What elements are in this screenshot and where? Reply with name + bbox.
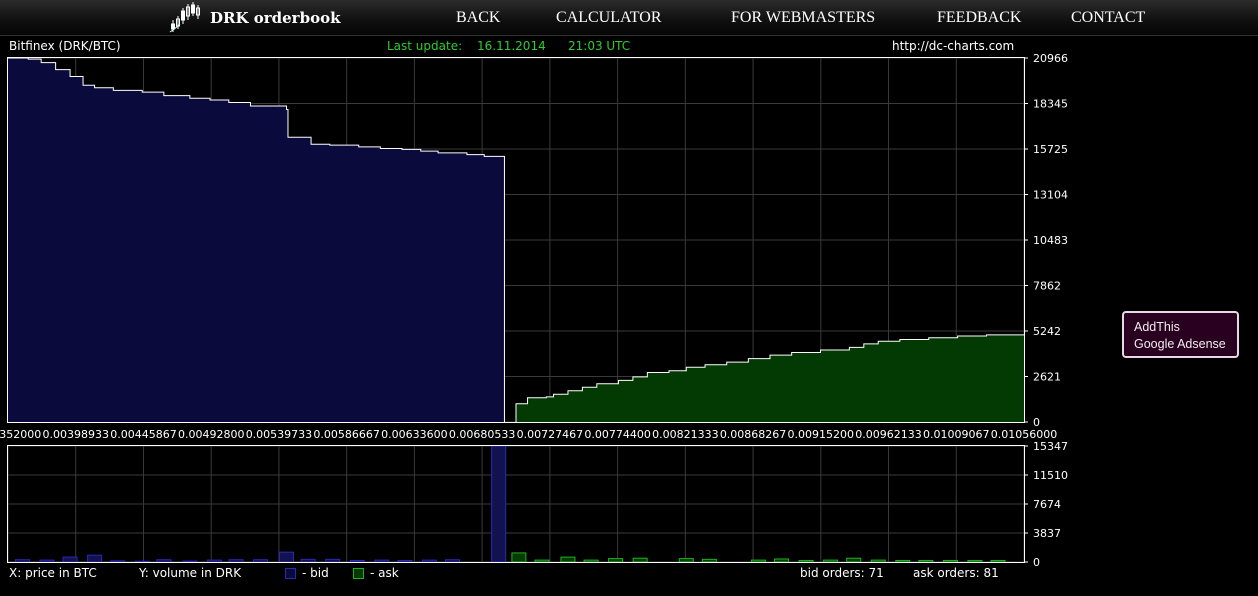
depth-x-tick-label: 0.00821333 bbox=[652, 428, 718, 441]
depth-y-tick-label: 2621 bbox=[1033, 371, 1061, 384]
bid-volume-bar bbox=[228, 559, 244, 563]
ad-addthis-label: AddThis bbox=[1134, 320, 1180, 334]
depth-x-tick-label: 0.00915200 bbox=[788, 428, 854, 441]
ask-volume-bar bbox=[534, 559, 550, 563]
bid-volume-bar bbox=[349, 559, 365, 563]
bid-volume-bar bbox=[62, 556, 78, 563]
bid-volume-bar bbox=[39, 559, 55, 563]
depth-x-tick-label: 0.00586667 bbox=[313, 428, 379, 441]
ask-volume-bar bbox=[560, 556, 576, 563]
bid-volume-bar bbox=[110, 560, 126, 563]
bid-volume-bar bbox=[421, 559, 437, 563]
depth-x-tick-label: 0.01009067 bbox=[923, 428, 989, 441]
orderbook-chart: 0.003520000.003989330.004458670.00492800… bbox=[0, 52, 1068, 569]
depth-y-tick-label: 18345 bbox=[1033, 98, 1068, 111]
depth-x-tick-label: 0.00539733 bbox=[246, 428, 312, 441]
depth-y-tick-label: 7862 bbox=[1033, 280, 1061, 293]
depth-y-axis-ticks: 0 2621 5242 7862 10483 13104 15725 18345 20966 bbox=[1024, 52, 1068, 429]
bid-volume-bar bbox=[134, 560, 150, 563]
bid-volume-bar bbox=[87, 554, 103, 563]
ask-volume-bar bbox=[967, 559, 983, 563]
bid-volume-bar bbox=[279, 551, 295, 563]
depth-y-tick-label: 10483 bbox=[1033, 234, 1068, 247]
bid-volume-bar bbox=[491, 445, 507, 563]
bid-depth-area bbox=[8, 58, 505, 422]
bid-volume-bar bbox=[374, 559, 390, 563]
bid-volume-bar bbox=[253, 559, 269, 563]
ask-volume-bar bbox=[870, 559, 886, 563]
bid-volume-bar bbox=[445, 559, 460, 563]
depth-y-tick-label: 5242 bbox=[1033, 325, 1061, 338]
ad-adsense-label: Google Adsense bbox=[1134, 337, 1226, 351]
ask-volume-bar bbox=[608, 558, 624, 563]
ask-orders-count: ask orders: 81 bbox=[913, 566, 999, 580]
bid-volume-bar bbox=[14, 559, 30, 563]
depth-x-tick-label: 0.00774400 bbox=[584, 428, 650, 441]
depth-x-tick-label: 0.00962133 bbox=[855, 428, 921, 441]
bid-volume-bar bbox=[206, 559, 222, 563]
depth-y-tick-label: 0 bbox=[1033, 416, 1040, 429]
depth-x-axis-ticks: 0.003520000.003989330.004458670.00492800… bbox=[0, 428, 1057, 441]
depth-y-tick-label: 15725 bbox=[1033, 143, 1068, 156]
ask-volume-bar bbox=[798, 559, 814, 563]
depth-x-tick-label: 0.00633600 bbox=[381, 428, 447, 441]
depth-y-tick-label: 13104 bbox=[1033, 189, 1068, 202]
ask-volume-bar bbox=[750, 559, 766, 563]
volume-y-tick-label: 11510 bbox=[1033, 469, 1068, 482]
ask-volume-bar bbox=[942, 559, 958, 563]
ask-volume-bar bbox=[701, 558, 717, 563]
bid-swatch-icon bbox=[285, 568, 296, 579]
bid-volume-bar bbox=[397, 559, 413, 563]
ask-volume-bar bbox=[511, 552, 527, 563]
ask-volume-bar bbox=[895, 559, 911, 563]
x-axis-legend: X: price in BTC bbox=[9, 566, 97, 580]
bid-orders-count: bid orders: 71 bbox=[800, 566, 884, 580]
bid-volume-bar bbox=[156, 559, 172, 563]
depth-x-tick-label: 0.00492800 bbox=[178, 428, 244, 441]
volume-y-tick-label: 15347 bbox=[1033, 440, 1068, 453]
ask-swatch-icon bbox=[353, 568, 364, 579]
ask-volume-bar bbox=[846, 557, 862, 563]
ask-legend-label: - ask bbox=[370, 566, 399, 580]
volume-y-tick-label: 0 bbox=[1033, 556, 1040, 569]
depth-x-tick-label: 0.00445867 bbox=[110, 428, 176, 441]
depth-x-tick-label: 0.00352000 bbox=[0, 428, 41, 441]
bid-volume-bar bbox=[182, 560, 198, 563]
ask-volume-bar bbox=[823, 559, 839, 563]
ask-volume-bar bbox=[632, 557, 648, 563]
y-axis-legend: Y: volume in DRK bbox=[139, 566, 242, 580]
ask-volume-bar bbox=[678, 558, 694, 563]
depth-x-tick-label: 0.00398933 bbox=[42, 428, 108, 441]
volume-y-tick-label: 3837 bbox=[1033, 527, 1061, 540]
bid-legend-label: - bid bbox=[302, 566, 329, 580]
depth-x-tick-label: 0.00727467 bbox=[517, 428, 583, 441]
depth-x-tick-label: 0.00868267 bbox=[720, 428, 786, 441]
volume-chart-grid bbox=[7, 445, 1025, 563]
ad-box[interactable]: AddThis Google Adsense bbox=[1122, 311, 1239, 358]
ask-volume-bar bbox=[990, 559, 1006, 563]
bid-volume-bar bbox=[300, 558, 316, 563]
ask-volume-bar bbox=[774, 558, 790, 563]
depth-y-tick-label: 20966 bbox=[1033, 52, 1068, 65]
ask-volume-bar bbox=[918, 559, 934, 563]
depth-x-tick-label: 0.00680533 bbox=[449, 428, 515, 441]
bid-volume-bar bbox=[325, 558, 341, 563]
volume-y-axis-ticks: 0 3837 7674 11510 15347 bbox=[1024, 440, 1068, 569]
ask-volume-bar bbox=[583, 559, 599, 563]
ask-depth-area bbox=[516, 334, 1024, 422]
volume-y-tick-label: 7674 bbox=[1033, 498, 1061, 511]
